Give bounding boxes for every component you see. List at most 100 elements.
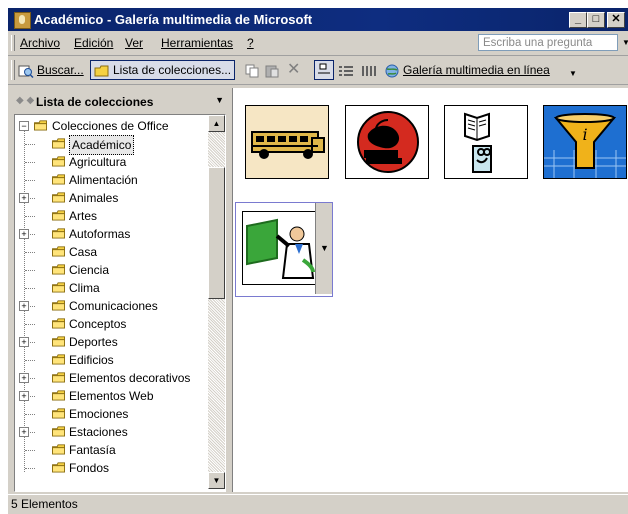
clip-thumbnail[interactable]: i <box>543 105 627 179</box>
search-label: Buscar... <box>37 63 84 77</box>
folder-icon <box>52 156 65 167</box>
collections-pane-title: Lista de colecciones <box>36 95 154 109</box>
tree-item-label: Ciencia <box>69 263 110 277</box>
collections-pane: ◆ ◆ Lista de colecciones ▼ − Colecciones … <box>8 88 230 492</box>
window-title: Académico - Galería multimedia de Micros… <box>34 12 313 27</box>
tree-item[interactable]: + Comunicaciones <box>15 297 207 315</box>
tree-branch <box>25 450 35 451</box>
ask-question-input[interactable]: Escriba una pregunta <box>478 34 618 51</box>
tree-item[interactable]: Clima <box>15 279 207 297</box>
toolbar: Buscar... Lista de colecciones... ✕ Gale… <box>8 56 628 85</box>
paste-icon <box>265 65 279 78</box>
tree-branch <box>25 324 35 325</box>
menu-bar: Archivo Edición Ver Herramientas ? Escri… <box>8 31 628 56</box>
ask-dropdown-icon[interactable]: ▼ <box>622 38 628 47</box>
expand-icon[interactable]: + <box>19 193 29 203</box>
tree-item[interactable]: Fantasía <box>15 441 207 459</box>
scroll-thumb[interactable] <box>208 167 225 299</box>
tree-item[interactable]: Ciencia <box>15 261 207 279</box>
menu-herramientas[interactable]: Herramientas <box>161 36 233 50</box>
tree-item-label: Académico <box>69 135 135 155</box>
tree-root-label: Colecciones de Office <box>52 119 169 133</box>
teacher-board-icon <box>243 212 325 284</box>
tree-item[interactable]: + Autoformas <box>15 225 207 243</box>
expand-icon[interactable]: + <box>19 301 29 311</box>
tree-item[interactable]: + Elementos decorativos <box>15 369 207 387</box>
scroll-up-button[interactable]: ▲ <box>208 115 225 132</box>
tree-item-label: Deportes <box>69 335 118 349</box>
details-view-button[interactable] <box>361 60 380 80</box>
tree-item[interactable]: Emociones <box>15 405 207 423</box>
tree-root-office-collections[interactable]: − Colecciones de Office <box>15 117 207 135</box>
folder-icon <box>52 444 65 455</box>
expand-icon[interactable]: + <box>19 427 29 437</box>
search-icon <box>18 65 34 78</box>
tree-item[interactable]: + Estaciones <box>15 423 207 441</box>
title-bar[interactable]: Académico - Galería multimedia de Micros… <box>8 8 628 31</box>
expand-icon[interactable]: + <box>19 373 29 383</box>
back-forward-icon[interactable]: ◆ ◆ <box>16 95 34 106</box>
menu-archivo[interactable]: Archivo <box>20 36 60 50</box>
delete-button[interactable]: ✕ <box>287 60 300 80</box>
tree-item-label: Estaciones <box>69 425 128 439</box>
folder-icon <box>52 228 65 239</box>
tree-item-label: Animales <box>69 191 119 205</box>
clip-thumbnail-selected[interactable]: ▼ <box>235 202 333 297</box>
tree-branch <box>25 144 35 145</box>
menu-ver[interactable]: Ver <box>125 36 143 50</box>
app-icon[interactable] <box>14 12 31 29</box>
toolbar-grip[interactable] <box>11 60 15 80</box>
details-view-icon <box>362 65 376 76</box>
search-button[interactable]: Buscar... <box>18 60 84 80</box>
tree-item[interactable]: Artes <box>15 207 207 225</box>
folder-icon <box>52 354 65 365</box>
expand-icon[interactable]: + <box>19 391 29 401</box>
tree-item[interactable]: Agricultura <box>15 153 207 171</box>
thumbnails-view-button[interactable] <box>314 60 334 80</box>
minimize-button[interactable]: _ <box>569 12 587 28</box>
menu-help[interactable]: ? <box>247 36 254 50</box>
tree-item[interactable]: + Deportes <box>15 333 207 351</box>
tree-item[interactable]: + Elementos Web <box>15 387 207 405</box>
tree-item-label: Edificios <box>69 353 114 367</box>
clip-thumbnail[interactable] <box>245 105 329 179</box>
tree-item[interactable]: Conceptos <box>15 315 207 333</box>
toolbar-options-icon[interactable]: ▼ <box>569 64 577 84</box>
online-gallery-button[interactable]: Galería multimedia en línea <box>384 60 550 80</box>
menu-grip[interactable] <box>11 35 15 51</box>
tree-branch <box>25 270 35 271</box>
expand-icon[interactable]: + <box>19 337 29 347</box>
paste-button[interactable] <box>264 60 283 80</box>
school-bus-icon <box>246 106 328 178</box>
tree-item[interactable]: Edificios <box>15 351 207 369</box>
clip-image[interactable] <box>242 211 326 285</box>
tree-item[interactable]: Alimentación <box>15 171 207 189</box>
collections-list-button[interactable]: Lista de colecciones... <box>90 60 236 80</box>
folder-icon <box>52 138 65 149</box>
clip-thumbnail[interactable] <box>444 105 528 179</box>
close-button[interactable]: ✕ <box>607 12 625 28</box>
online-gallery-label: Galería multimedia en línea <box>403 63 550 77</box>
pane-menu-icon[interactable]: ▼ <box>215 95 224 105</box>
copy-button[interactable] <box>244 60 263 80</box>
tree-scrollbar[interactable]: ▲ ▼ <box>208 115 225 489</box>
folder-icon <box>52 282 65 293</box>
tree-item[interactable]: Académico <box>15 135 207 155</box>
clip-menu-button[interactable]: ▼ <box>315 203 332 294</box>
clip-thumbnail[interactable] <box>345 105 429 179</box>
tree-item[interactable]: + Animales <box>15 189 207 207</box>
tree-item-label: Clima <box>69 281 100 295</box>
list-view-button[interactable] <box>338 60 357 80</box>
menu-edicion[interactable]: Edición <box>74 36 113 50</box>
delete-icon: ✕ <box>287 61 301 78</box>
collections-tree[interactable]: − Colecciones de Office Académico Agricultu… <box>14 114 226 492</box>
tree-item-label: Fondos <box>69 461 110 475</box>
tree-branch <box>25 252 35 253</box>
tree-item[interactable]: Casa <box>15 243 207 261</box>
expand-icon[interactable]: + <box>19 229 29 239</box>
collections-pane-header: ◆ ◆ Lista de colecciones ▼ <box>8 92 230 112</box>
scroll-down-button[interactable]: ▼ <box>208 472 225 489</box>
maximize-button[interactable]: □ <box>587 12 605 28</box>
tree-item[interactable]: Fondos <box>15 459 207 477</box>
copy-icon <box>245 64 259 78</box>
